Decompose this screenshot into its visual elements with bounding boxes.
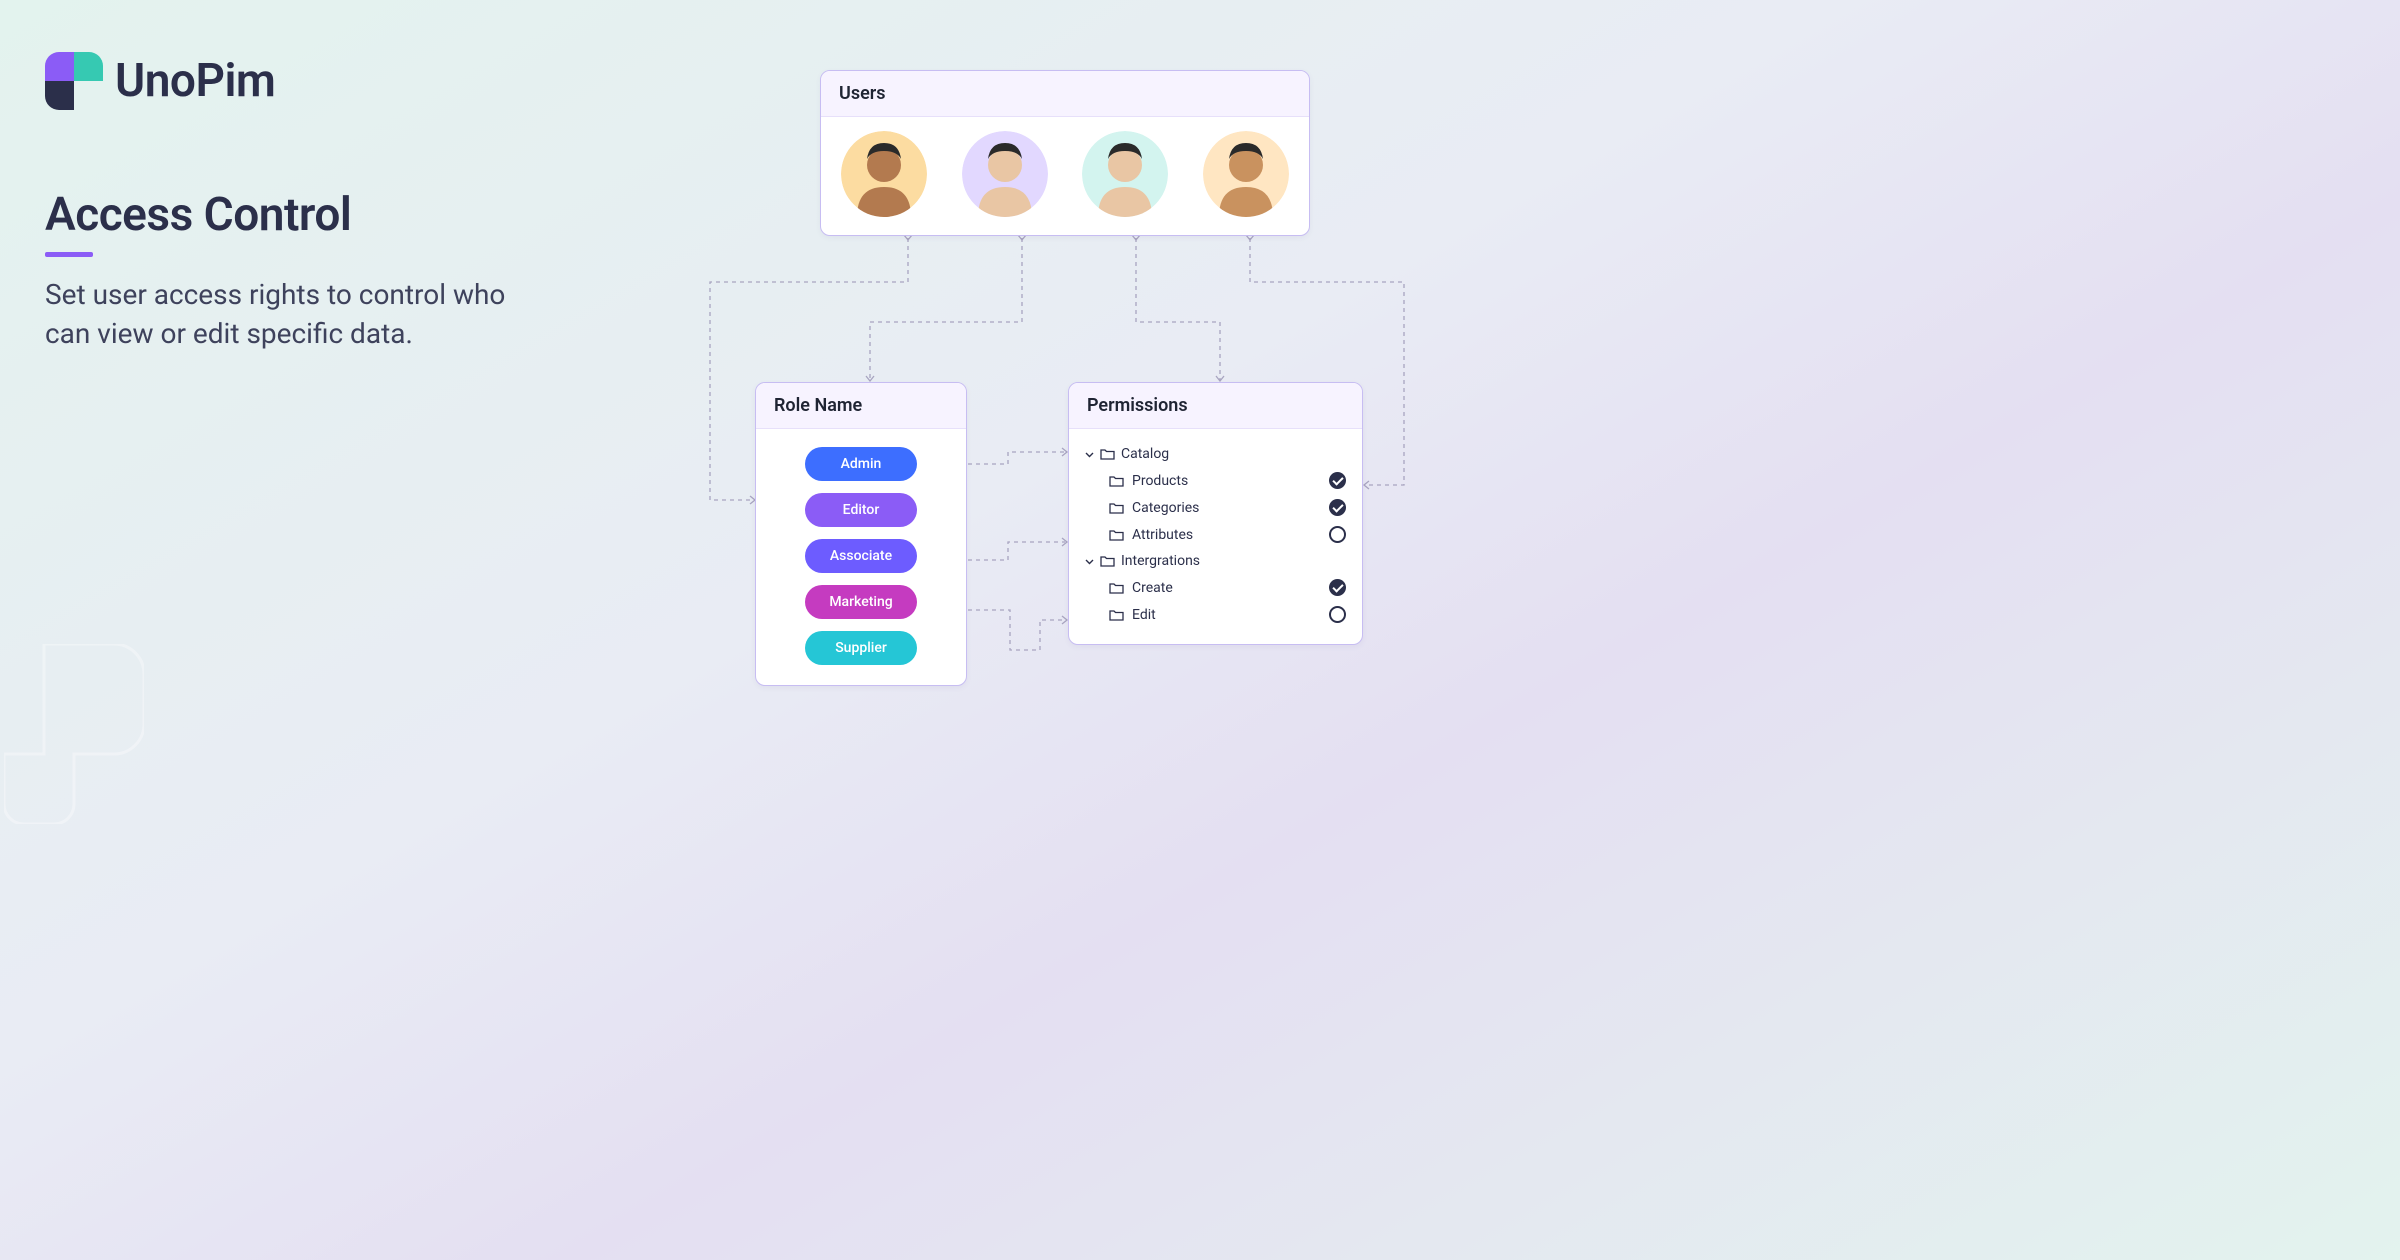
folder-icon [1109, 609, 1124, 621]
title-underline [45, 252, 93, 257]
brand-logo-mark [45, 52, 103, 110]
permission-item-label: Create [1132, 580, 1173, 596]
users-card: Users [820, 70, 1310, 236]
permission-item-label: Edit [1132, 607, 1156, 623]
user-avatar [1203, 131, 1289, 217]
permission-item[interactable]: Edit [1085, 601, 1346, 628]
permission-group-label: Intergrations [1121, 553, 1200, 569]
page-title: Access Control [45, 188, 545, 242]
permission-item[interactable]: Categories [1085, 494, 1346, 521]
role-pill[interactable]: Editor [805, 493, 917, 527]
permission-item-label: Products [1132, 473, 1188, 489]
permission-item[interactable]: Create [1085, 574, 1346, 601]
folder-icon [1109, 475, 1124, 487]
page-subtitle: Set user access rights to control who ca… [45, 275, 545, 353]
role-pill[interactable]: Supplier [805, 631, 917, 665]
permissions-card: Permissions Catalog Products Categories Att… [1068, 382, 1363, 645]
role-pill[interactable]: Admin [805, 447, 917, 481]
role-name-card: Role Name Admin Editor Associate Marketing S… [755, 382, 967, 686]
checked-icon[interactable] [1329, 472, 1346, 489]
folder-icon [1109, 529, 1124, 541]
folder-icon [1100, 448, 1115, 460]
role-pill[interactable]: Marketing [805, 585, 917, 619]
user-avatar [1082, 131, 1168, 217]
access-control-diagram: Users Role Name Admin Editor Associate Mark… [540, 70, 1440, 770]
chevron-down-icon [1085, 557, 1094, 566]
checked-icon[interactable] [1329, 579, 1346, 596]
folder-icon [1109, 502, 1124, 514]
brand-name: UnoPim [115, 54, 275, 108]
permission-group-label: Catalog [1121, 446, 1169, 462]
permission-item[interactable]: Products [1085, 467, 1346, 494]
permission-group[interactable]: Catalog [1085, 441, 1346, 467]
brand-watermark [4, 644, 144, 824]
unchecked-icon[interactable] [1329, 606, 1346, 623]
users-card-title: Users [821, 71, 1309, 117]
permission-item[interactable]: Attributes [1085, 521, 1346, 548]
folder-icon [1109, 582, 1124, 594]
role-pill[interactable]: Associate [805, 539, 917, 573]
unchecked-icon[interactable] [1329, 526, 1346, 543]
permission-group[interactable]: Intergrations [1085, 548, 1346, 574]
role-card-title: Role Name [756, 383, 966, 429]
permission-item-label: Attributes [1132, 527, 1193, 543]
checked-icon[interactable] [1329, 499, 1346, 516]
chevron-down-icon [1085, 450, 1094, 459]
permissions-card-title: Permissions [1069, 383, 1362, 429]
permission-item-label: Categories [1132, 500, 1199, 516]
headline-block: Access Control Set user access rights to… [45, 188, 545, 353]
brand-logo: UnoPim [45, 52, 275, 110]
folder-icon [1100, 555, 1115, 567]
user-avatar [962, 131, 1048, 217]
user-avatar [841, 131, 927, 217]
